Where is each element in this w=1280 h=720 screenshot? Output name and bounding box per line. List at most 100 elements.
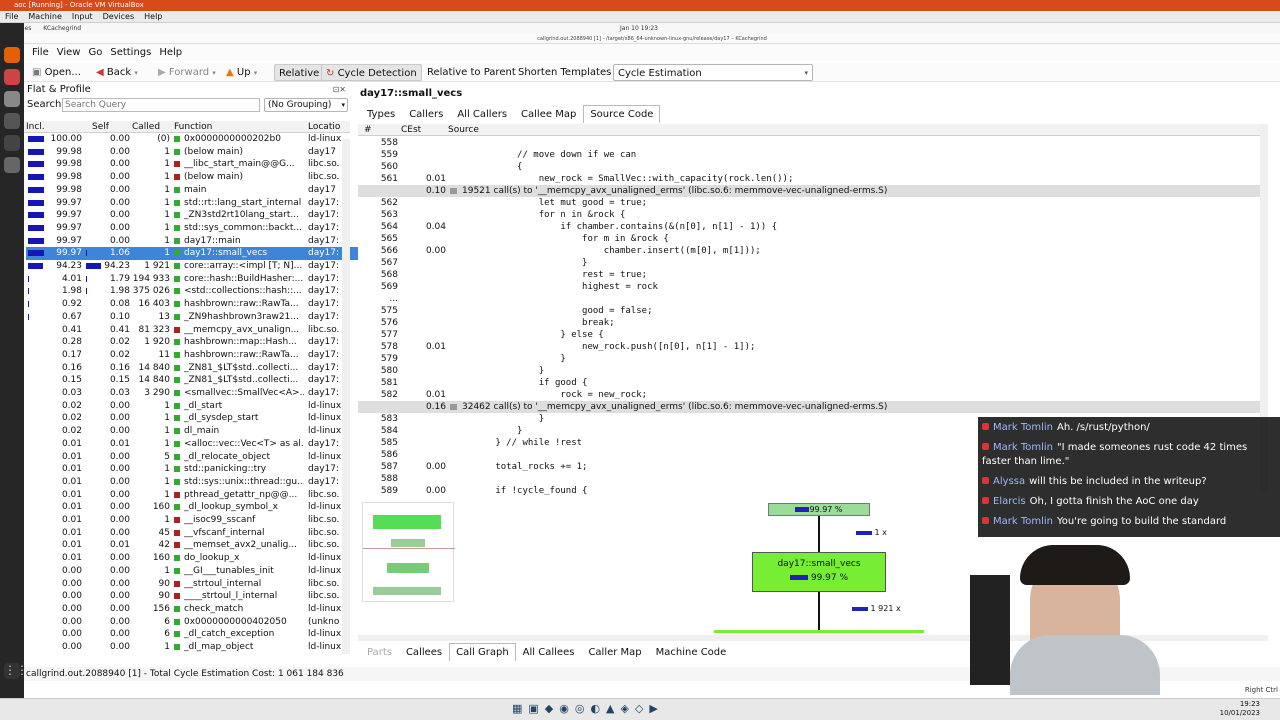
- function-row[interactable]: 0.00 0.00 90 __strtoul_internal libc.so.: [26, 578, 366, 591]
- source-line[interactable]: 565 for m in &rock {: [358, 233, 1263, 245]
- vbox-menu-input[interactable]: Input: [72, 12, 93, 21]
- function-row[interactable]: 0.00 0.00 1 _dl_map_object ld-linux: [26, 641, 366, 654]
- app-indicator[interactable]: KCachegrind: [43, 25, 81, 32]
- function-row[interactable]: 0.01 0.00 1 std::sys::unix::thread::gu... da…: [26, 476, 366, 489]
- function-row[interactable]: 0.00 0.00 90 ____strtoul_l_internal libc.so.: [26, 590, 366, 603]
- function-row[interactable]: 0.41 0.41 81 323 __memcpy_avx_unalign... lib…: [26, 324, 366, 337]
- tab-all-callers[interactable]: All Callers: [450, 105, 514, 124]
- back-button[interactable]: ◀ Back ▾: [92, 64, 142, 81]
- function-row[interactable]: 99.98 0.00 1 __libc_start_main@@G... libc.so…: [26, 158, 366, 171]
- vbox-menu-machine[interactable]: Machine: [28, 12, 62, 21]
- function-row[interactable]: 0.00 0.00 6 0x0000000000402050 (unkno: [26, 616, 366, 629]
- menu-file[interactable]: File: [32, 47, 49, 58]
- function-row[interactable]: 0.16 0.16 14 840 _ZN81_$LT$std..collecti...…: [26, 362, 366, 375]
- function-row[interactable]: 0.03 0.03 3 290 <smallvec::SmallVec<A>... da…: [26, 387, 366, 400]
- tab-all-callees[interactable]: All Callees: [516, 643, 582, 662]
- function-row[interactable]: 0.00 0.00 1 __GI___tunables_init ld-linux: [26, 565, 366, 578]
- source-line[interactable]: 564 0.04 if chamber.contains(&(n[0], n[1]…: [358, 221, 1263, 233]
- app-icon[interactable]: [4, 69, 20, 85]
- function-row[interactable]: 4.01 1.79 194 933 core::hash::BuildHasher:.…: [26, 273, 366, 286]
- source-line[interactable]: 576 break;: [358, 317, 1263, 329]
- source-line[interactable]: 566 0.00 chamber.insert((m[0], m[1]));: [358, 245, 1263, 257]
- column-header[interactable]: Locatio: [308, 121, 340, 133]
- column-header[interactable]: Called: [132, 121, 160, 133]
- function-row[interactable]: 0.01 0.00 160 _dl_lookup_symbol_x ld-linux: [26, 501, 366, 514]
- source-line[interactable]: 582 0.01 rock = new_rock;: [358, 389, 1263, 401]
- selected-node[interactable]: day17::small_vecs 99.97 %: [752, 552, 886, 592]
- function-row[interactable]: 0.02 0.00 1 _dl_sysdep_start ld-linux: [26, 412, 366, 425]
- function-row[interactable]: 94.23 94.23 1 921 core::array::<impl [T; N]…: [26, 260, 366, 273]
- function-row[interactable]: 0.15 0.15 14 840 _ZN81_$LT$std..collecti...…: [26, 374, 366, 387]
- column-header[interactable]: Self: [92, 121, 109, 133]
- source-line[interactable]: 563 for n in &rock {: [358, 209, 1263, 221]
- call-info-line[interactable]: 0.10 19521 call(s) to '__memcpy_avx_unali…: [358, 185, 1263, 197]
- function-row[interactable]: 0.17 0.02 11 hashbrown::raw::RawTa... day17:: [26, 349, 366, 362]
- function-row[interactable]: 99.98 0.00 1 (below main) libc.so.: [26, 171, 366, 184]
- terminal-icon[interactable]: [4, 135, 20, 151]
- vbox-menu-devices[interactable]: Devices: [103, 12, 135, 21]
- function-row[interactable]: 100.00 0.00 (0) 0x0000000000202b0 ld-linux: [26, 133, 366, 146]
- gnome-clock[interactable]: Jan 10 19:23: [620, 23, 658, 34]
- up-button[interactable]: ▲ Up ▾: [222, 64, 261, 81]
- call-info-line[interactable]: 0.16 32462 call(s) to '__memcpy_avx_unali…: [358, 401, 1263, 413]
- source-line[interactable]: 577 } else {: [358, 329, 1263, 341]
- source-line[interactable]: 558: [358, 137, 1263, 149]
- taskbar-apps-icon[interactable]: ▦▣◆◉◎◐▲◈◇▶: [512, 702, 664, 715]
- function-row[interactable]: 99.98 0.00 1 main day17: [26, 184, 366, 197]
- function-row[interactable]: 99.97 0.00 1 std::sys_common::backt... day17…: [26, 222, 366, 235]
- function-row[interactable]: 0.01 0.01 42 __memset_avx2_unalig... libc.so…: [26, 539, 366, 552]
- settings-icon[interactable]: [4, 157, 20, 173]
- grouping-select[interactable]: (No Grouping) ▾: [264, 98, 348, 112]
- function-row[interactable]: 0.92 0.08 16 403 hashbrown::raw::RawTa... da…: [26, 298, 366, 311]
- firefox-icon[interactable]: [4, 47, 20, 63]
- vbox-menu-help[interactable]: Help: [144, 12, 162, 21]
- function-row[interactable]: 0.67 0.10 13 _ZN9hashbrown3raw21... day17:: [26, 311, 366, 324]
- function-row[interactable]: 0.00 0.00 156 check_match ld-linux: [26, 603, 366, 616]
- tab-caller-map[interactable]: Caller Map: [581, 643, 648, 662]
- tab-source-code[interactable]: Source Code: [583, 105, 661, 123]
- taskbar-clock[interactable]: 19:23 10/01/2023: [1220, 700, 1260, 718]
- function-row[interactable]: 0.01 0.01 1 <alloc::vec::Vec<T> as al... day…: [26, 438, 366, 451]
- files-icon[interactable]: [4, 91, 20, 107]
- apps-grid-icon[interactable]: ⋮⋮: [4, 663, 28, 679]
- vbox-menu-file[interactable]: File: [5, 12, 18, 21]
- forward-button[interactable]: ▶ Forward ▾: [154, 64, 220, 81]
- relative-toggle[interactable]: Relative: [274, 64, 325, 81]
- callee-node[interactable]: [714, 630, 924, 633]
- source-line[interactable]: 575 good = false;: [358, 305, 1263, 317]
- relative-to-parent-toggle[interactable]: Relative to Parent: [423, 64, 520, 81]
- tab-types[interactable]: Types: [360, 105, 402, 124]
- function-row[interactable]: 0.28 0.02 1 920 hashbrown::map::Hash... day1…: [26, 336, 366, 349]
- cycle-detection-toggle[interactable]: ↻ Cycle Detection: [321, 64, 422, 81]
- menu-go[interactable]: Go: [88, 47, 102, 58]
- source-line[interactable]: 562 let mut good = true;: [358, 197, 1263, 209]
- tab-callees[interactable]: Callees: [399, 643, 449, 662]
- menu-help[interactable]: Help: [159, 47, 182, 58]
- function-row[interactable]: 1.98 1.98 375 026 <std::collections::hash::…: [26, 285, 366, 298]
- source-line[interactable]: 561 0.01 new_rock = SmallVec::with_capaci…: [358, 173, 1263, 185]
- function-row[interactable]: 0.01 0.00 1 __isoc99_sscanf libc.so.: [26, 514, 366, 527]
- function-row[interactable]: 0.02 0.00 1 dl_main ld-linux: [26, 425, 366, 438]
- tab-machine-code[interactable]: Machine Code: [649, 643, 734, 662]
- function-row[interactable]: 0.01 0.00 1 std::panicking::try day17:: [26, 463, 366, 476]
- tab-callers[interactable]: Callers: [402, 105, 450, 124]
- caller-node[interactable]: 99.97 %: [768, 503, 870, 516]
- source-line[interactable]: 581 if good {: [358, 377, 1263, 389]
- function-row[interactable]: 99.97 0.00 1 day17::main day17:: [26, 235, 366, 248]
- source-line[interactable]: 580 }: [358, 365, 1263, 377]
- function-row[interactable]: 0.01 0.00 45 __vfscanf_internal libc.so.: [26, 527, 366, 540]
- source-line[interactable]: 568 rest = true;: [358, 269, 1263, 281]
- menu-settings[interactable]: Settings: [110, 47, 151, 58]
- source-line[interactable]: 559 // move down if we can: [358, 149, 1263, 161]
- function-row[interactable]: 99.98 0.00 1 (below main) day17: [26, 146, 366, 159]
- function-row[interactable]: 0.01 0.00 1 pthread_getattr_np@@... libc.so.: [26, 489, 366, 502]
- source-line[interactable]: 560 {: [358, 161, 1263, 173]
- column-header[interactable]: Incl.: [26, 121, 45, 133]
- function-row[interactable]: 0.02 0.00 1 _dl_start ld-linux: [26, 400, 366, 413]
- function-row[interactable]: 99.97 0.00 1 _ZN3std2rt10lang_start... day17…: [26, 209, 366, 222]
- function-row[interactable]: 0.00 0.00 6 _dl_catch_exception ld-linux: [26, 628, 366, 641]
- function-row[interactable]: 0.01 0.00 5 _dl_relocate_object ld-linux: [26, 451, 366, 464]
- source-line[interactable]: ...: [358, 293, 1263, 305]
- source-line[interactable]: 579 }: [358, 353, 1263, 365]
- tab-call-graph[interactable]: Call Graph: [449, 643, 516, 661]
